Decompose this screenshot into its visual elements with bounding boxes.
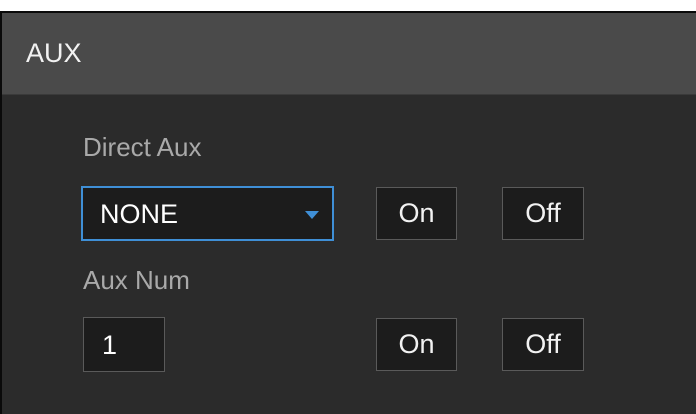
title-bar: AUX (2, 13, 696, 95)
direct-aux-label: Direct Aux (83, 132, 202, 162)
aux-num-label: Aux Num (83, 265, 190, 295)
direct-aux-select[interactable]: NONE (81, 186, 334, 241)
aux-num-input[interactable]: 1 (83, 317, 165, 372)
page-title: AUX (26, 38, 82, 68)
aux-num-off-button[interactable]: Off (502, 318, 584, 371)
direct-aux-on-button[interactable]: On (376, 187, 457, 240)
aux-num-on-button[interactable]: On (376, 318, 457, 371)
aux-num-input-value: 1 (102, 330, 118, 360)
direct-aux-off-button[interactable]: Off (502, 187, 584, 240)
chevron-down-icon (305, 211, 319, 219)
aux-panel: AUX Direct Aux NONE On Off Aux Num 1 On … (0, 11, 696, 414)
direct-aux-select-value: NONE (100, 199, 179, 229)
